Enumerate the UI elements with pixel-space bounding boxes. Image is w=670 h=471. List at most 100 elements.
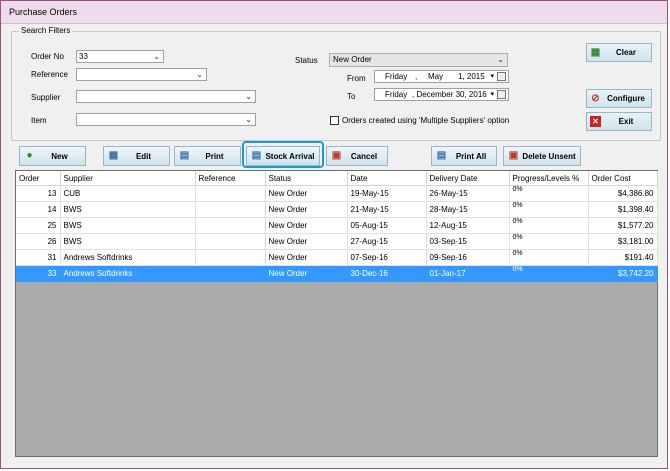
- cell-reference: [195, 217, 266, 234]
- orders-table: Order Supplier Reference Status Date Del…: [16, 171, 658, 282]
- cell-delivery-date: 03-Sep-15: [426, 233, 510, 250]
- multi-supplier-label: Orders created using 'Multiple Suppliers…: [342, 116, 510, 125]
- table-row[interactable]: 26 BWS New Order 27-Aug-15 03-Sep-15 0% …: [16, 233, 658, 250]
- calendar-icon[interactable]: [497, 72, 506, 81]
- cell-date: 07-Sep-16: [347, 249, 427, 266]
- cell-progress: 0%: [509, 201, 589, 218]
- new-button[interactable]: ● New: [19, 146, 86, 166]
- cell-order: 33: [16, 265, 61, 282]
- print-all-icon: ▤: [436, 150, 447, 161]
- cell-status: New Order: [265, 201, 348, 218]
- add-icon: ●: [26, 150, 33, 161]
- to-date: , December 30, 2016: [412, 90, 487, 99]
- from-day: Friday: [385, 72, 408, 81]
- cell-order: 25: [16, 217, 61, 234]
- status-value: New Order: [333, 55, 372, 64]
- cancel-button[interactable]: ▣ Cancel: [326, 146, 388, 166]
- table-row[interactable]: 31 Andrews Softdrinks New Order 07-Sep-1…: [16, 249, 658, 266]
- cell-progress: 0%: [509, 249, 589, 266]
- order-no-label: Order No: [31, 52, 64, 61]
- reference-combo[interactable]: ⌄: [76, 68, 207, 81]
- cell-delivery-date: 09-Sep-16: [426, 249, 510, 266]
- from-date: 1, 2015: [458, 72, 485, 81]
- cell-delivery-date: 28-May-15: [426, 201, 510, 218]
- cell-order-cost: $4,386.80: [588, 185, 658, 202]
- chevron-down-icon: ⌄: [245, 115, 252, 124]
- cell-reference: [195, 265, 266, 282]
- status-combo[interactable]: New Order ⌄: [329, 53, 508, 67]
- cell-order-cost: $1,577.20: [588, 217, 658, 234]
- table-row-selected[interactable]: 33 Andrews Softdrinks New Order 30-Dec-1…: [16, 265, 658, 282]
- configure-button[interactable]: ⊘ Configure: [586, 89, 652, 108]
- cell-progress: 0%: [509, 233, 589, 250]
- order-no-value: 33: [79, 52, 88, 61]
- table-row[interactable]: 13 CUB New Order 19-May-15 26-May-15 0% …: [16, 185, 658, 202]
- cell-order: 13: [16, 185, 61, 202]
- chevron-down-icon: ▾: [490, 73, 494, 80]
- clear-label: Clear: [615, 48, 636, 57]
- edit-icon: ▦: [108, 150, 119, 161]
- column-header-order[interactable]: Order: [16, 171, 61, 186]
- cell-supplier: BWS: [60, 233, 196, 250]
- chevron-down-icon: ⌄: [245, 92, 252, 101]
- cell-order-cost: $1,398.40: [588, 201, 658, 218]
- print-button[interactable]: ▤ Print: [174, 146, 241, 166]
- cell-order: 26: [16, 233, 61, 250]
- column-header-reference[interactable]: Reference: [195, 171, 266, 186]
- cell-order: 14: [16, 201, 61, 218]
- column-header-progress[interactable]: Progress/Levels %: [509, 171, 589, 186]
- print-all-button[interactable]: ▤ Print All: [431, 146, 497, 166]
- delete-icon: ▣: [508, 150, 519, 161]
- orders-grid[interactable]: Order Supplier Reference Status Date Del…: [15, 170, 658, 457]
- cell-date: 05-Aug-15: [347, 217, 427, 234]
- calendar-icon[interactable]: [497, 90, 506, 99]
- window-title: Purchase Orders: [9, 7, 78, 17]
- title-bar: Purchase Orders: [1, 1, 667, 24]
- order-no-combo[interactable]: 33 ⌄: [76, 50, 164, 63]
- cell-progress: 0%: [509, 185, 589, 202]
- cell-reference: [195, 249, 266, 266]
- cell-status: New Order: [265, 217, 348, 234]
- purchase-orders-window: Purchase Orders Search Filters Order No …: [0, 0, 668, 469]
- from-date-picker[interactable]: Friday , May 1, 2015 ▾: [374, 70, 509, 83]
- column-header-status[interactable]: Status: [265, 171, 348, 186]
- cell-date: 30-Dec-16: [347, 265, 427, 282]
- cell-progress: 0%: [509, 217, 589, 234]
- delete-unsent-label: Delete Unsent: [522, 152, 576, 161]
- status-label: Status: [295, 56, 318, 65]
- from-month: May: [428, 72, 444, 81]
- print-all-label: Print All: [455, 152, 487, 161]
- clear-button[interactable]: ▦ Clear: [586, 43, 652, 62]
- stock-arrival-highlight: [242, 141, 324, 168]
- cell-reference: [195, 233, 266, 250]
- to-date-picker[interactable]: Friday , December 30, 2016 ▾: [374, 88, 509, 101]
- cancel-label: Cancel: [350, 152, 378, 161]
- print-label: Print: [205, 152, 224, 161]
- cancel-icon: ▣: [331, 150, 342, 161]
- clear-icon: ▦: [590, 47, 601, 58]
- column-header-date[interactable]: Date: [347, 171, 427, 186]
- cell-date: 21-May-15: [347, 201, 427, 218]
- table-row[interactable]: 25 BWS New Order 05-Aug-15 12-Aug-15 0% …: [16, 217, 658, 234]
- exit-button[interactable]: ✕ Exit: [586, 112, 652, 131]
- table-header-row: Order Supplier Reference Status Date Del…: [16, 171, 658, 186]
- item-combo[interactable]: ⌄: [76, 113, 256, 126]
- edit-button[interactable]: ▦ Edit: [103, 146, 170, 166]
- cell-supplier: Andrews Softdrinks: [60, 265, 196, 282]
- chevron-down-icon: ⌄: [153, 52, 160, 61]
- multi-supplier-checkbox[interactable]: [330, 116, 339, 125]
- column-header-supplier[interactable]: Supplier: [60, 171, 196, 186]
- print-icon: ▤: [179, 150, 190, 161]
- supplier-combo[interactable]: ⌄: [76, 90, 256, 103]
- exit-icon: ✕: [590, 116, 601, 127]
- cell-delivery-date: 26-May-15: [426, 185, 510, 202]
- cell-status: New Order: [265, 265, 348, 282]
- from-label: From: [347, 74, 366, 83]
- search-filters-title: Search Filters: [19, 26, 73, 35]
- cell-status: New Order: [265, 185, 348, 202]
- delete-unsent-button[interactable]: ▣ Delete Unsent: [503, 146, 581, 166]
- from-separator: ,: [415, 72, 418, 81]
- table-row[interactable]: 14 BWS New Order 21-May-15 28-May-15 0% …: [16, 201, 658, 218]
- column-header-order-cost[interactable]: Order Cost: [588, 171, 658, 186]
- column-header-delivery-date[interactable]: Delivery Date: [426, 171, 510, 186]
